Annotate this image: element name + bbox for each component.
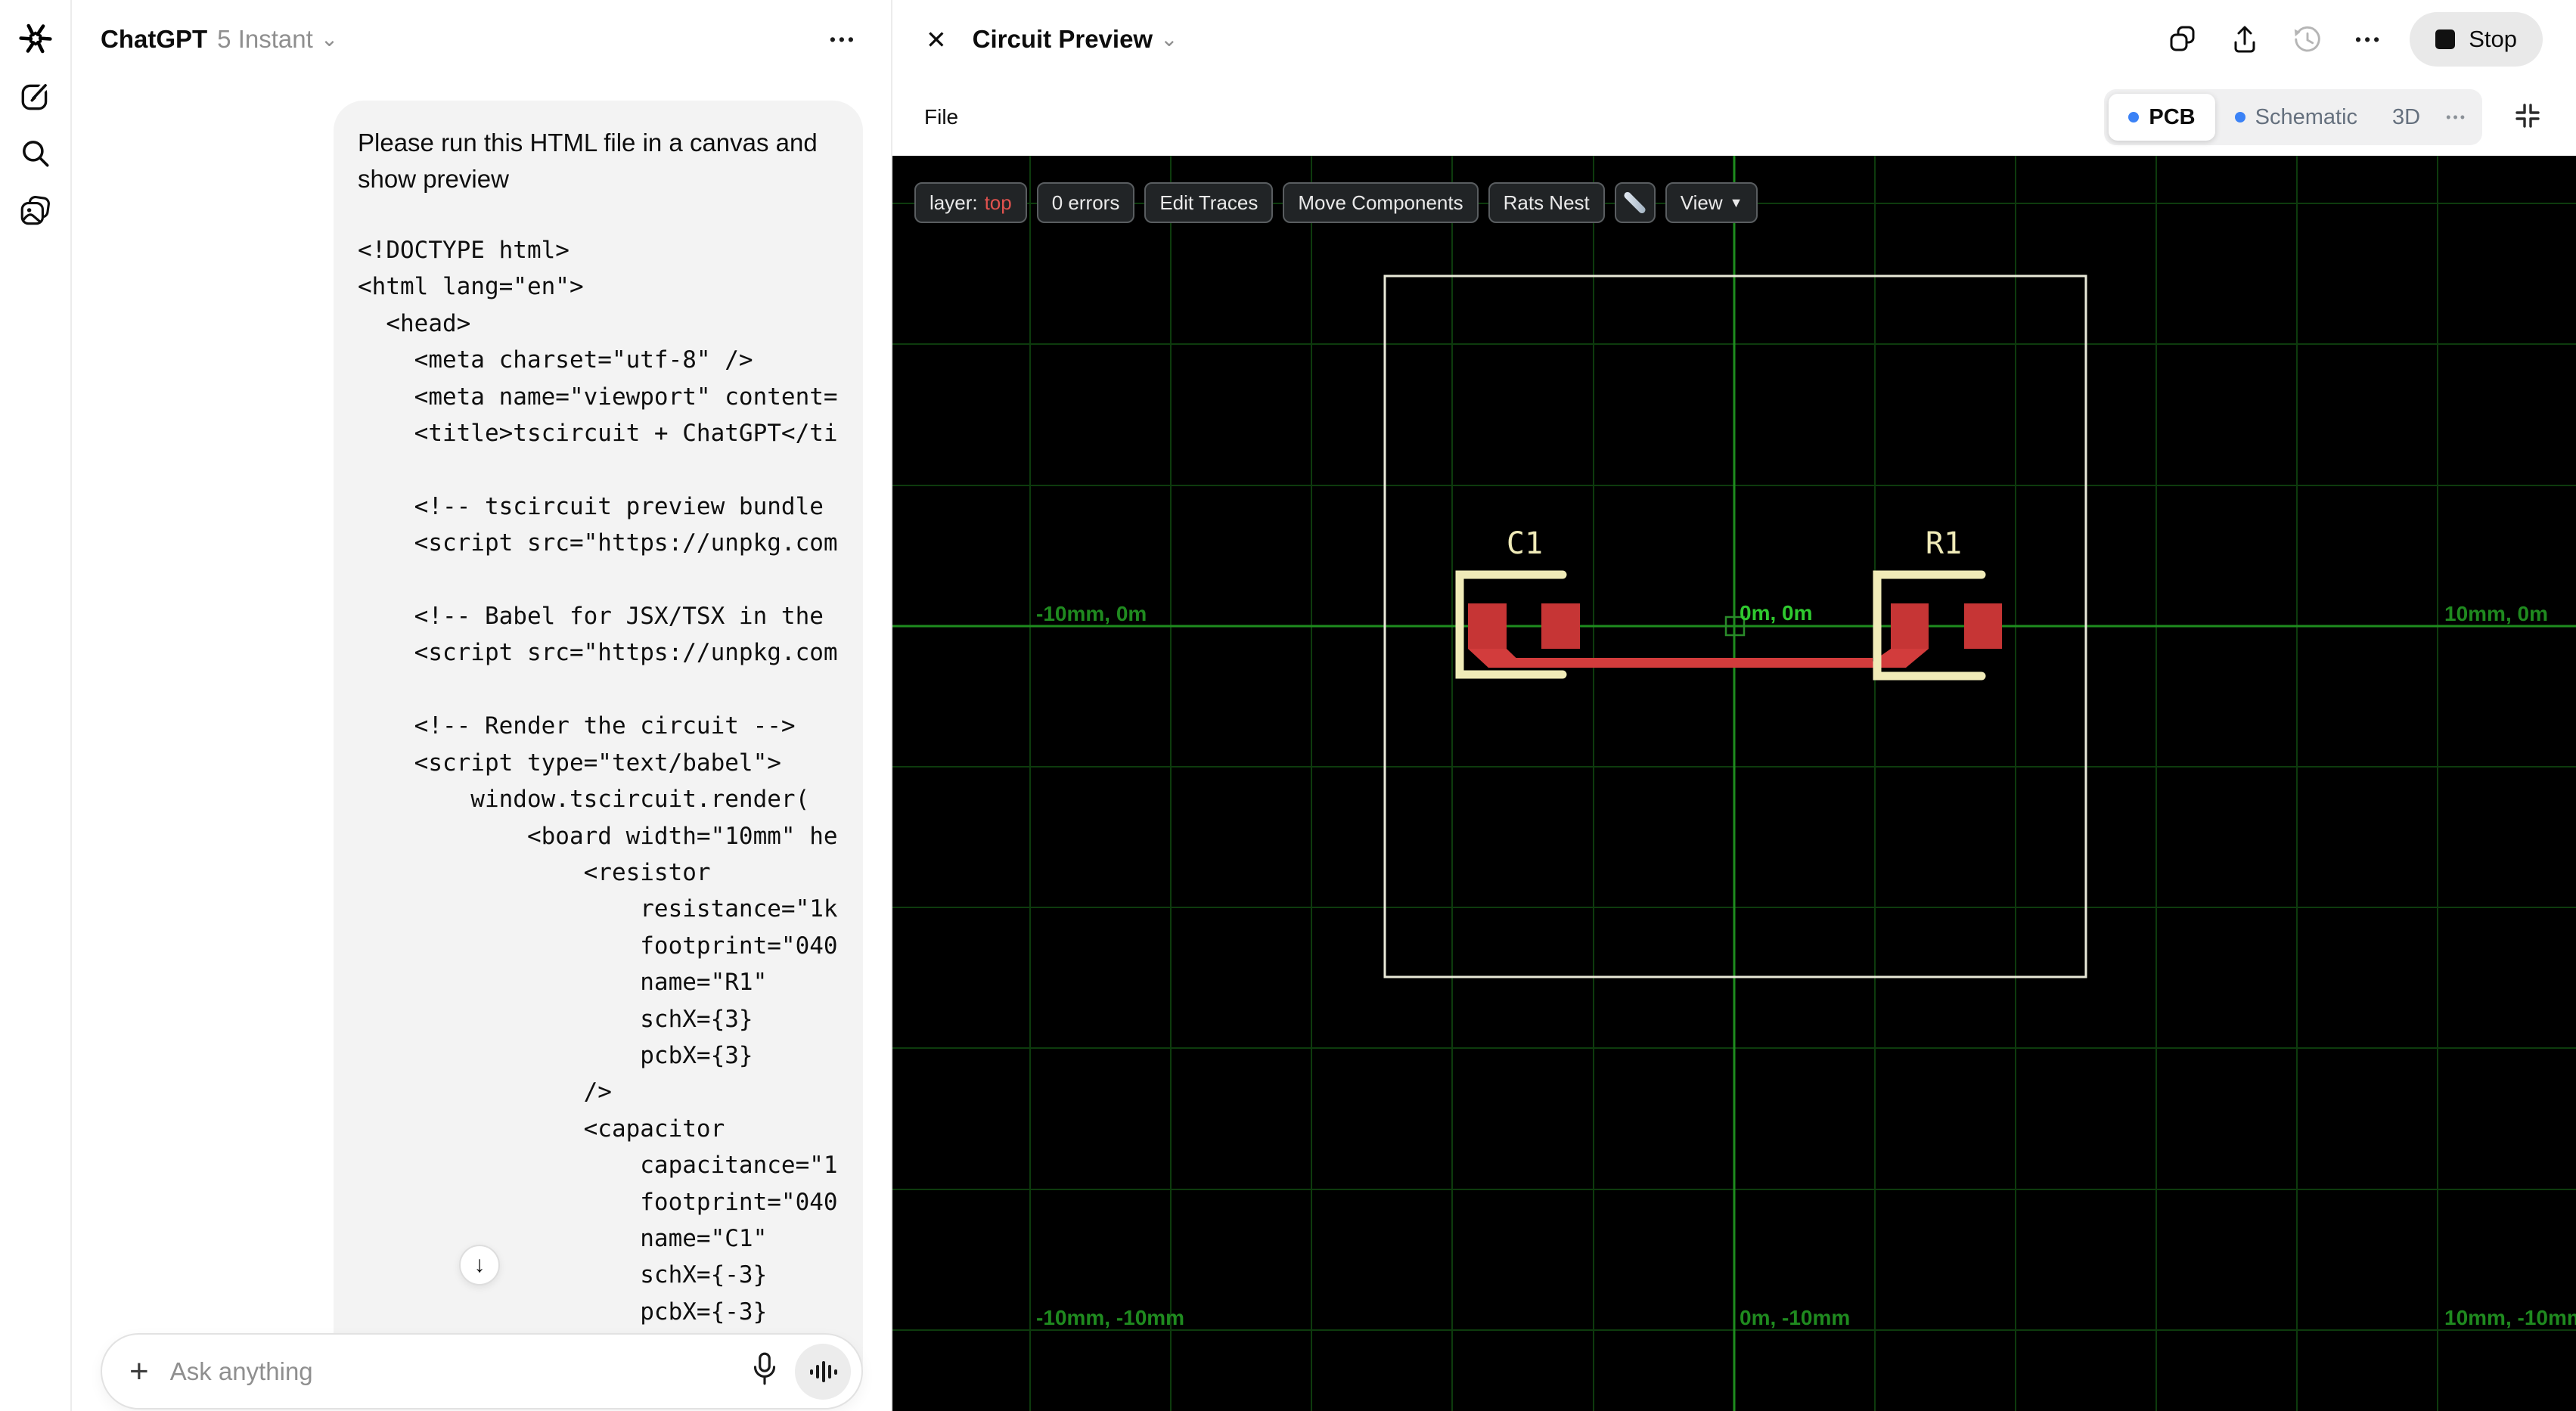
more-tabs-icon[interactable]: •••: [2435, 110, 2478, 126]
chat-header: ChatGPT 5 Instant ⌄ •••: [72, 0, 891, 79]
component-ref-label: R1: [1926, 526, 1962, 561]
tab-pcb[interactable]: PCB: [2109, 94, 2215, 141]
view-mode-tabs: PCB Schematic 3D •••: [2104, 89, 2482, 145]
stop-button[interactable]: Stop: [2410, 12, 2543, 67]
coordinate-labels: 0m, 0m -10mm, 0m 10mm, 0m 0m, -10mm -10m…: [1036, 601, 2576, 1329]
pad: [1468, 603, 1507, 649]
waveform-icon: [810, 1360, 837, 1382]
pcb-dot-icon: [2128, 112, 2140, 122]
sidebar-rail: [0, 0, 72, 1411]
pencil-icon: [1622, 191, 1647, 215]
caret-down-icon: ▼: [1729, 194, 1743, 210]
collapse-icon[interactable]: [2512, 101, 2543, 135]
layer-value: top: [984, 191, 1012, 214]
message-text-line: Please run this HTML file in a canvas an…: [358, 129, 818, 157]
file-menu[interactable]: File: [924, 105, 958, 129]
voice-mode-button[interactable]: [795, 1343, 851, 1400]
view-dropdown-button[interactable]: View ▼: [1665, 182, 1758, 223]
code-block: <!DOCTYPE html> <html lang="en"> <head> …: [358, 237, 839, 1362]
pcb-toolbar: layer: top 0 errors Edit Traces Move Com…: [914, 182, 1758, 223]
microphone-icon[interactable]: [751, 1351, 778, 1391]
down-arrow-icon: ↓: [473, 1252, 486, 1277]
coord-label: -10mm, 0m: [1036, 602, 1147, 625]
canvas-header: ✕ Circuit Preview ⌄ ••• Stop: [892, 0, 2576, 79]
stop-square-icon: [2435, 29, 2456, 49]
tab-3d[interactable]: 3D: [2377, 94, 2435, 141]
new-chat-icon[interactable]: [18, 79, 53, 113]
conversation-menu-icon[interactable]: •••: [830, 29, 857, 50]
errors-button[interactable]: 0 errors: [1036, 182, 1135, 223]
app-window: ChatGPT 5 Instant ⌄ ••• Please run this …: [0, 0, 2576, 1411]
edit-traces-button[interactable]: Edit Traces: [1144, 182, 1274, 223]
pad: [1964, 603, 2002, 649]
rats-nest-button[interactable]: Rats Nest: [1488, 182, 1605, 223]
composer[interactable]: + Ask anything: [101, 1333, 863, 1409]
app-title: ChatGPT: [101, 25, 208, 53]
coord-label: 0m, -10mm: [1740, 1306, 1850, 1329]
coord-label: -10mm, -10mm: [1036, 1306, 1184, 1329]
component-ref-label: C1: [1507, 526, 1543, 561]
chevron-down-icon[interactable]: ⌄: [1160, 29, 1178, 50]
chat-column: ChatGPT 5 Instant ⌄ ••• Please run this …: [72, 0, 892, 1411]
chevron-down-icon[interactable]: ⌄: [321, 29, 338, 50]
composer-placeholder[interactable]: Ask anything: [170, 1357, 751, 1386]
pcb-canvas[interactable]: C1 R1 0m, 0m -10mm, 0m 10mm, 0m 0m, -10m…: [892, 156, 2576, 1411]
scroll-to-bottom-button[interactable]: ↓: [459, 1245, 500, 1285]
tab-schematic[interactable]: Schematic: [2215, 94, 2377, 141]
copy-icon[interactable]: [2168, 24, 2198, 54]
pcb-drawing: C1 R1 0m, 0m -10mm, 0m 10mm, 0m 0m, -10m…: [892, 156, 2576, 1411]
coord-label: 10mm, -10mm: [2444, 1306, 2576, 1329]
coord-label: 10mm, 0m: [2444, 602, 2548, 625]
model-name[interactable]: 5 Instant: [217, 25, 313, 54]
pad: [1891, 603, 1929, 649]
share-upload-icon[interactable]: [2230, 24, 2260, 54]
user-message-bubble: Please run this HTML file in a canvas an…: [334, 101, 863, 1394]
canvas-subheader: File PCB Schematic 3D •••: [892, 79, 2576, 156]
canvas-menu-icon[interactable]: •••: [2355, 29, 2382, 50]
pad: [1541, 603, 1580, 649]
origin-coord-label: 0m, 0m: [1740, 601, 1813, 625]
layer-button[interactable]: layer: top: [914, 182, 1027, 223]
attach-plus-icon[interactable]: +: [129, 1354, 149, 1388]
move-components-button[interactable]: Move Components: [1283, 182, 1479, 223]
close-icon[interactable]: ✕: [926, 25, 947, 54]
message-text-line: show preview: [358, 165, 509, 193]
search-icon[interactable]: [18, 136, 53, 171]
openai-logo: [18, 21, 53, 56]
canvas-title: Circuit Preview: [972, 25, 1153, 53]
history-icon[interactable]: [2292, 23, 2323, 55]
pcb-trace[interactable]: [1468, 649, 1929, 668]
schematic-dot-icon: [2234, 112, 2245, 122]
library-icon[interactable]: [18, 194, 53, 228]
pencil-tool-button[interactable]: [1614, 182, 1656, 223]
canvas-panel: ✕ Circuit Preview ⌄ ••• Stop File PCB Sc…: [892, 0, 2576, 1411]
